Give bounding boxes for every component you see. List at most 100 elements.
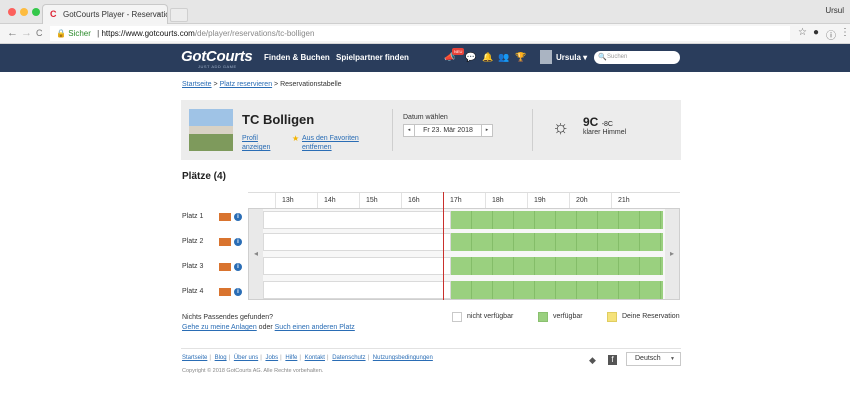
footer-link[interactable]: Datenschutz <box>332 355 365 361</box>
avatar[interactable] <box>540 50 552 64</box>
court-surface-icon <box>219 238 231 246</box>
profile-link[interactable]: Profil anzeigen <box>242 134 270 152</box>
secure-label: Sicher <box>68 29 91 38</box>
nav-spielpartner[interactable]: Spielpartner finden <box>336 53 409 62</box>
legend-mine-label: Deine Reservation <box>622 313 680 320</box>
hour-label: 21h <box>611 193 653 209</box>
search-placeholder: Suchen <box>607 54 628 60</box>
club-panel: TC Bolligen Profil anzeigen ★ Aus den Fav… <box>181 100 681 160</box>
date-value[interactable]: Fr 23. Mär 2018 <box>415 124 481 137</box>
scroll-right-button[interactable]: ▸ <box>665 209 679 299</box>
hour-label: 14h <box>317 193 359 209</box>
my-facilities-link[interactable]: Gehe zu meine Anlagen <box>182 324 257 331</box>
android-icon[interactable]: ◆ <box>589 355 596 366</box>
facebook-icon[interactable]: f <box>608 355 617 365</box>
site-header: GotCourts JUST ADD GAME Finden & Buchen … <box>0 44 850 72</box>
other-court-link[interactable]: Such einen anderen Platz <box>275 324 355 331</box>
available-slots[interactable] <box>451 233 663 251</box>
browser-tab[interactable]: C GotCourts Player - Reservatio × <box>42 4 168 24</box>
user-menu[interactable]: Ursula ▾ <box>556 53 587 62</box>
legend-available-label: verfügbar <box>553 313 583 320</box>
language-select[interactable]: Deutsch ▼ <box>626 352 681 366</box>
footer-link[interactable]: Nutzungsbedingungen <box>373 355 433 361</box>
date-next-button[interactable]: ▸ <box>481 124 493 137</box>
hour-label: 15h <box>359 193 401 209</box>
reservation-grid: ◂ ▸ <box>248 208 680 300</box>
court-surface-icon <box>219 263 231 271</box>
forward-arrow-icon[interactable]: → <box>21 27 32 39</box>
temperature: 9C -8C <box>583 115 613 129</box>
tab-close-icon[interactable]: × <box>156 5 161 24</box>
footer-link[interactable]: Hilfe <box>285 355 297 361</box>
search-icon: 🔍 <box>598 54 607 61</box>
court-info-icon[interactable]: i <box>234 288 242 296</box>
available-slots[interactable] <box>451 257 663 275</box>
minimize-window-dot[interactable] <box>20 8 28 16</box>
footer-links: Startseite | Blog | Über uns | Jobs | Hilfe |… <box>182 355 433 361</box>
weather-description: klarer Himmel <box>583 129 627 136</box>
logo[interactable]: GotCourts <box>181 48 253 65</box>
breadcrumb-current: Reservationstabelle <box>280 81 342 88</box>
nav-finden-buchen[interactable]: Finden & Buchen <box>264 53 330 62</box>
available-slots[interactable] <box>451 211 663 229</box>
court-info-icon[interactable]: i <box>234 238 242 246</box>
info-icon[interactable]: ⓘ <box>826 27 836 42</box>
address-bar[interactable]: 🔒 Sicher | https://www.gotcourts.com/de/… <box>50 26 790 41</box>
chevron-down-icon: ▼ <box>670 356 675 362</box>
back-arrow-icon[interactable]: ← <box>7 27 18 39</box>
url-path: /de/player/reservations/tc-bolligen <box>194 29 315 38</box>
legend-unavailable-swatch <box>452 312 462 322</box>
available-slots[interactable] <box>451 281 663 299</box>
favicon-icon: C <box>50 9 57 19</box>
footer-link[interactable]: Über uns <box>234 355 258 361</box>
browser-profile-name[interactable]: Ursul <box>825 6 844 15</box>
club-photo <box>189 109 233 151</box>
hour-label: 13h <box>275 193 317 209</box>
nothing-found-note: Nichts Passendes gefunden? Gehe zu meine… <box>182 313 355 333</box>
court-surface-icon <box>219 213 231 221</box>
breadcrumb-separator: > <box>211 81 220 88</box>
court-info-icon[interactable]: i <box>234 213 242 221</box>
hour-label: 17h <box>443 193 485 209</box>
friends-icon[interactable]: 👥 <box>498 52 509 63</box>
date-prev-button[interactable]: ◂ <box>403 124 415 137</box>
footer-link[interactable]: Startseite <box>182 355 207 361</box>
browser-toolbar: ← → C 🔒 Sicher | https://www.gotcourts.c… <box>0 24 850 44</box>
court-row <box>249 281 681 299</box>
tab-title: GotCourts Player - Reservatio <box>63 10 168 19</box>
bookmark-star-icon[interactable]: ☆ <box>798 27 807 38</box>
footer-link[interactable]: Jobs <box>265 355 278 361</box>
close-window-dot[interactable] <box>8 8 16 16</box>
maximize-window-dot[interactable] <box>32 8 40 16</box>
hour-label: 19h <box>527 193 569 209</box>
court-row <box>249 257 681 275</box>
new-tab-button[interactable] <box>170 8 188 22</box>
bell-icon[interactable]: 🔔 <box>482 52 493 63</box>
breadcrumb-reserve[interactable]: Platz reservieren <box>220 81 273 88</box>
nothing-found-text: Nichts Passendes gefunden? <box>182 314 274 321</box>
footer-link[interactable]: Blog <box>215 355 227 361</box>
language-value: Deutsch <box>635 355 661 362</box>
panel-divider <box>532 109 533 151</box>
court-label: Platz 3 <box>182 263 204 270</box>
chat-icon[interactable]: 💬 <box>465 52 476 63</box>
footer-link[interactable]: Kontakt <box>305 355 325 361</box>
search-input[interactable]: 🔍 Suchen <box>594 51 680 64</box>
menu-icon[interactable]: ⋮ <box>840 27 850 38</box>
star-icon: ★ <box>292 134 300 143</box>
court-row <box>249 211 681 229</box>
breadcrumb-home[interactable]: Startseite <box>182 81 212 88</box>
date-picker: ◂ Fr 23. Mär 2018 ▸ <box>403 124 493 137</box>
courts-title: Plätze (4) <box>182 171 226 182</box>
court-row <box>249 233 681 251</box>
lock-icon: 🔒 <box>56 29 66 38</box>
browser-tab-bar: C GotCourts Player - Reservatio × Ursul <box>0 0 850 24</box>
court-label: Platz 4 <box>182 288 204 295</box>
extension-icon[interactable]: ● <box>813 27 819 38</box>
legend-mine-swatch <box>607 312 617 322</box>
reload-icon[interactable]: C <box>36 28 43 38</box>
trophy-icon[interactable]: 🏆 <box>515 52 526 63</box>
unavailable-slots <box>263 281 451 299</box>
remove-favorite-link[interactable]: Aus den Favoriten entfernen <box>302 134 359 152</box>
court-info-icon[interactable]: i <box>234 263 242 271</box>
